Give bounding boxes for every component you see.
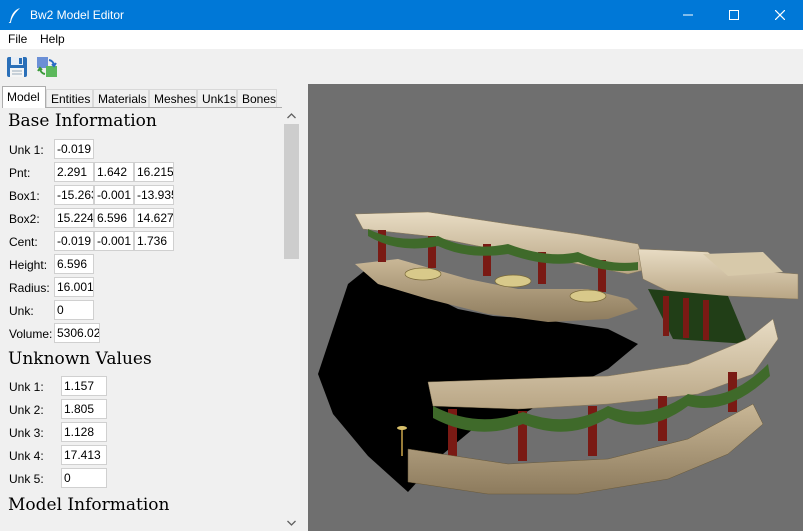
box2-x-field[interactable]: 15.224	[54, 208, 94, 228]
radius-field[interactable]: 16.001	[54, 277, 94, 297]
volume-field[interactable]: 5306.028	[54, 323, 100, 343]
window-title: Bw2 Model Editor	[30, 8, 125, 22]
close-button[interactable]	[757, 0, 803, 30]
maximize-icon	[729, 10, 739, 20]
unknown-unk3-label: Unk 3:	[9, 426, 44, 440]
unknown-unk1-label: Unk 1:	[9, 380, 44, 394]
toolbar	[0, 49, 803, 84]
3d-viewport[interactable]	[308, 84, 803, 531]
maximize-button[interactable]	[711, 0, 757, 30]
model-information-heading: Model Information	[8, 495, 170, 515]
tab-unk1s[interactable]: Unk1s	[197, 89, 237, 108]
gazebo-column	[683, 298, 689, 338]
pnt-z-field[interactable]: 16.215	[134, 162, 174, 182]
radius-label: Radius:	[9, 281, 50, 295]
scroll-up-arrow[interactable]	[283, 107, 300, 124]
tab-bones[interactable]: Bones	[237, 89, 277, 108]
height-field[interactable]: 6.596	[54, 254, 94, 274]
close-icon	[775, 10, 785, 20]
tab-meshes[interactable]: Meshes	[149, 89, 197, 108]
cent-label: Cent:	[9, 235, 38, 249]
box2-label: Box2:	[9, 212, 40, 226]
unk-label: Unk:	[9, 304, 34, 318]
volume-label: Volume:	[9, 327, 53, 341]
gazebo-column	[703, 300, 709, 340]
unknown-unk1-field[interactable]: 1.157	[61, 376, 107, 396]
minimize-icon	[683, 14, 693, 16]
box1-y-field[interactable]: -0.001	[94, 185, 134, 205]
box2-z-field[interactable]: 14.627	[134, 208, 174, 228]
floppy-disk-icon[interactable]	[5, 55, 29, 79]
feather-app-icon	[8, 8, 20, 23]
unknown-unk5-field[interactable]: 0	[61, 468, 107, 488]
scroll-thumb[interactable]	[284, 124, 299, 259]
properties-panel: Model Entities Materials Meshes Unk1s Bo…	[0, 84, 308, 531]
gazebo-column	[663, 296, 669, 336]
tab-model[interactable]: Model	[2, 86, 46, 108]
model-render	[318, 211, 799, 495]
chevron-down-icon	[287, 520, 296, 526]
scroll-down-arrow[interactable]	[283, 514, 300, 531]
minimize-button[interactable]	[665, 0, 711, 30]
pnt-label: Pnt:	[9, 166, 31, 180]
base-information-heading: Base Information	[8, 111, 157, 131]
unknown-unk2-field[interactable]: 1.805	[61, 399, 107, 419]
cent-x-field[interactable]: -0.019	[54, 231, 94, 251]
refresh-icon[interactable]	[35, 55, 59, 79]
title-bar: Bw2 Model Editor	[0, 0, 803, 30]
unknown-unk4-field[interactable]: 17.413	[61, 445, 107, 465]
unk1-label: Unk 1:	[9, 143, 44, 157]
pnt-y-field[interactable]: 1.642	[94, 162, 134, 182]
unknown-values-heading: Unknown Values	[8, 349, 152, 369]
unk1-field[interactable]: -0.019	[54, 139, 94, 159]
tab-materials[interactable]: Materials	[93, 89, 149, 108]
pnt-x-field[interactable]: 2.291	[54, 162, 94, 182]
unk-field[interactable]: 0	[54, 300, 94, 320]
unknown-unk2-label: Unk 2:	[9, 403, 44, 417]
unknown-unk3-field[interactable]: 1.128	[61, 422, 107, 442]
model-tab-content: Base Information Unk 1: -0.019 Pnt: 2.29…	[2, 107, 282, 531]
box1-x-field[interactable]: -15.263	[54, 185, 94, 205]
menu-help[interactable]: Help	[40, 32, 65, 46]
cent-z-field[interactable]: 1.736	[134, 231, 174, 251]
box1-z-field[interactable]: -13.935	[134, 185, 174, 205]
menu-bar: File Help	[0, 30, 803, 49]
height-label: Height:	[9, 258, 48, 272]
menu-file[interactable]: File	[8, 32, 27, 46]
tab-strip: Model Entities Materials Meshes Unk1s Bo…	[2, 86, 302, 108]
cent-y-field[interactable]: -0.001	[94, 231, 134, 251]
tab-entities[interactable]: Entities	[46, 89, 93, 108]
vertical-scrollbar[interactable]	[283, 107, 300, 531]
unknown-unk5-label: Unk 5:	[9, 472, 44, 486]
unknown-unk4-label: Unk 4:	[9, 449, 44, 463]
box1-label: Box1:	[9, 189, 40, 203]
box2-y-field[interactable]: 6.596	[94, 208, 134, 228]
chevron-up-icon	[287, 112, 296, 118]
